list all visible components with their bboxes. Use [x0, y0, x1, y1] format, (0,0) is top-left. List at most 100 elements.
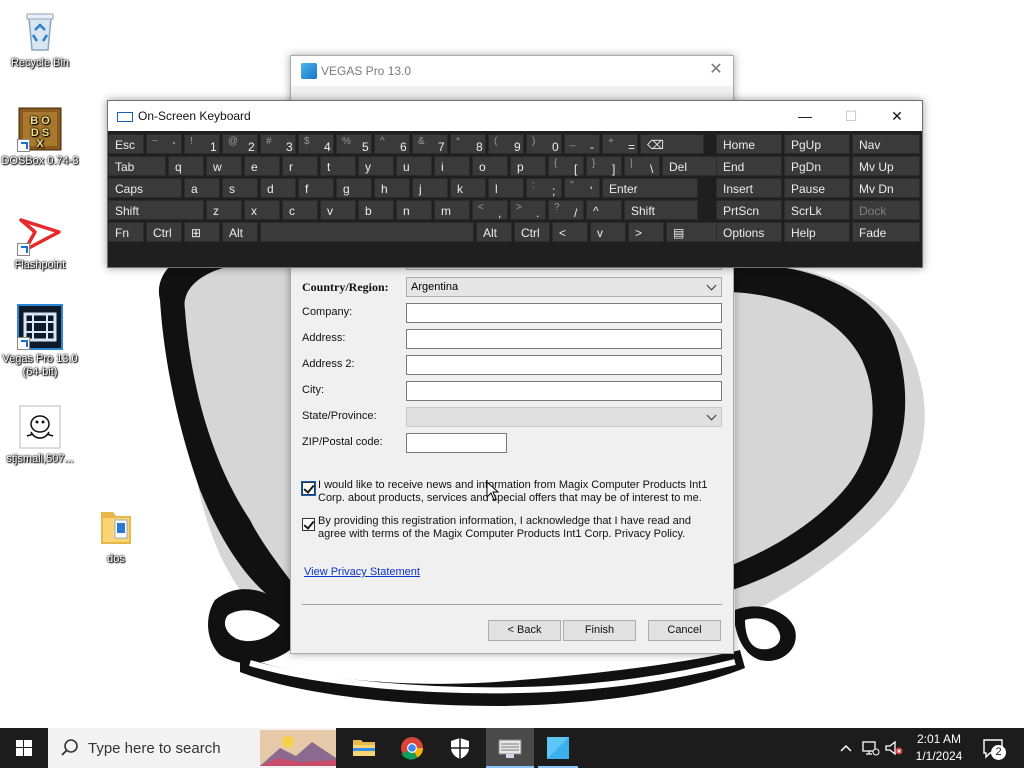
osk-nav-key[interactable]: Mv Dn: [852, 178, 920, 198]
desktop-icon-flashpoint[interactable]: Flashpoint: [0, 210, 80, 272]
network-icon[interactable]: [862, 740, 880, 756]
osk-key[interactable]: ^: [586, 200, 622, 220]
osk-key[interactable]: k: [450, 178, 486, 198]
clock-time[interactable]: 2:01 AM: [906, 732, 972, 746]
newsletter-checkbox[interactable]: [301, 481, 316, 496]
vegas-titlebar[interactable]: VEGAS Pro 13.0 ✕: [291, 56, 733, 86]
osk-key[interactable]: $4: [298, 134, 334, 154]
osk-key[interactable]: (9: [488, 134, 524, 154]
osk-key[interactable]: " ': [564, 178, 600, 198]
city-input[interactable]: [406, 381, 722, 401]
osk-key[interactable]: + =: [602, 134, 638, 154]
osk-key[interactable]: i: [434, 156, 470, 176]
osk-key[interactable]: a: [184, 178, 220, 198]
osk-key[interactable]: j: [412, 178, 448, 198]
company-input[interactable]: [406, 303, 722, 323]
osk-nav-key[interactable]: Options: [716, 222, 782, 242]
osk-key[interactable]: l: [488, 178, 524, 198]
taskbar-file-explorer[interactable]: [344, 728, 384, 768]
osk-key[interactable]: v: [590, 222, 626, 242]
osk-key[interactable]: v: [320, 200, 356, 220]
taskbar-vegas-pro[interactable]: [538, 728, 578, 768]
osk-key[interactable]: Shift: [108, 200, 204, 220]
address2-input[interactable]: [406, 355, 722, 375]
osk-key[interactable]: @2: [222, 134, 258, 154]
taskbar-on-screen-keyboard[interactable]: [486, 728, 534, 768]
osk-key[interactable]: Caps: [108, 178, 182, 198]
osk-nav-key[interactable]: Home: [716, 134, 782, 154]
privacy-agree-checkbox[interactable]: [302, 518, 315, 531]
osk-nav-key[interactable]: Pause: [784, 178, 850, 198]
osk-key[interactable]: c: [282, 200, 318, 220]
osk-nav-key[interactable]: End: [716, 156, 782, 176]
osk-key[interactable]: n: [396, 200, 432, 220]
osk-key[interactable]: * 8: [450, 134, 486, 154]
osk-key[interactable]: & 7: [412, 134, 448, 154]
osk-nav-key[interactable]: Mv Up: [852, 156, 920, 176]
osk-key[interactable]: ^ 6: [374, 134, 410, 154]
osk-key[interactable]: Tab: [108, 156, 166, 176]
taskbar-chrome[interactable]: [392, 728, 432, 768]
osk-key[interactable]: Enter: [602, 178, 698, 198]
osk-key[interactable]: e: [244, 156, 280, 176]
osk-key[interactable]: Shift: [624, 200, 698, 220]
close-icon[interactable]: ✕: [707, 61, 725, 79]
osk-key[interactable]: ~ `: [146, 134, 182, 154]
osk-key[interactable]: >: [628, 222, 664, 242]
osk-key[interactable]: {[: [548, 156, 584, 176]
osk-key[interactable]: Alt: [476, 222, 512, 242]
country-select[interactable]: Argentina: [406, 277, 722, 297]
osk-key[interactable]: Ctrl: [514, 222, 550, 242]
osk-key[interactable]: ! 1: [184, 134, 220, 154]
start-button[interactable]: [0, 728, 48, 768]
back-button[interactable]: < Back: [488, 620, 561, 641]
osk-nav-key[interactable]: PgDn: [784, 156, 850, 176]
taskbar-search-box[interactable]: Type here to search: [48, 728, 336, 768]
finish-button[interactable]: Finish: [563, 620, 636, 641]
osk-key[interactable]: w: [206, 156, 242, 176]
osk-nav-key[interactable]: Dock: [852, 200, 920, 220]
osk-key[interactable]: b: [358, 200, 394, 220]
maximize-icon[interactable]: ☐: [836, 105, 866, 127]
osk-key[interactable]: <: [552, 222, 588, 242]
osk-key[interactable]: % 5: [336, 134, 372, 154]
osk-key[interactable]: o: [472, 156, 508, 176]
osk-key[interactable]: h: [374, 178, 410, 198]
osk-key[interactable]: f: [298, 178, 334, 198]
osk-key[interactable]: }]: [586, 156, 622, 176]
minimize-icon[interactable]: —: [790, 105, 820, 127]
osk-key[interactable]: x: [244, 200, 280, 220]
osk-key[interactable]: z: [206, 200, 242, 220]
osk-key[interactable]: Esc: [108, 134, 144, 154]
osk-key[interactable]: ⊞: [184, 222, 220, 242]
view-privacy-statement-link[interactable]: View Privacy Statement: [304, 566, 420, 578]
desktop-icon-vegas-pro[interactable]: Vegas Pro 13.0 (64-bit): [0, 304, 80, 379]
osk-key[interactable]: r: [282, 156, 318, 176]
osk-key[interactable]: s: [222, 178, 258, 198]
osk-key[interactable]: d: [260, 178, 296, 198]
state-select[interactable]: [406, 407, 722, 427]
osk-key[interactable]: Ctrl: [146, 222, 182, 242]
clock-date[interactable]: 1/1/2024: [906, 749, 972, 763]
chevron-up-icon[interactable]: [838, 741, 854, 755]
osk-nav-key[interactable]: Nav: [852, 134, 920, 154]
desktop-icon-stjsmall[interactable]: stjsmall,507...: [0, 404, 80, 466]
osk-key[interactable]: ? /: [548, 200, 584, 220]
osk-key[interactable]: >.: [510, 200, 546, 220]
close-icon[interactable]: ✕: [882, 105, 912, 127]
osk-key[interactable]: :;: [526, 178, 562, 198]
osk-key[interactable]: [260, 222, 474, 242]
osk-key[interactable]: g: [336, 178, 372, 198]
osk-nav-key[interactable]: Fade: [852, 222, 920, 242]
osk-nav-key[interactable]: PrtScn: [716, 200, 782, 220]
osk-key[interactable]: #3: [260, 134, 296, 154]
osk-key[interactable]: p: [510, 156, 546, 176]
osk-key[interactable]: ⌫: [640, 134, 704, 154]
osk-key[interactable]: q: [168, 156, 204, 176]
taskbar-security[interactable]: [440, 728, 480, 768]
osk-key[interactable]: m: [434, 200, 470, 220]
notification-center-button[interactable]: 2: [982, 738, 1008, 760]
osk-key[interactable]: Alt: [222, 222, 258, 242]
osk-key[interactable]: Fn: [108, 222, 144, 242]
osk-key[interactable]: _ -: [564, 134, 600, 154]
